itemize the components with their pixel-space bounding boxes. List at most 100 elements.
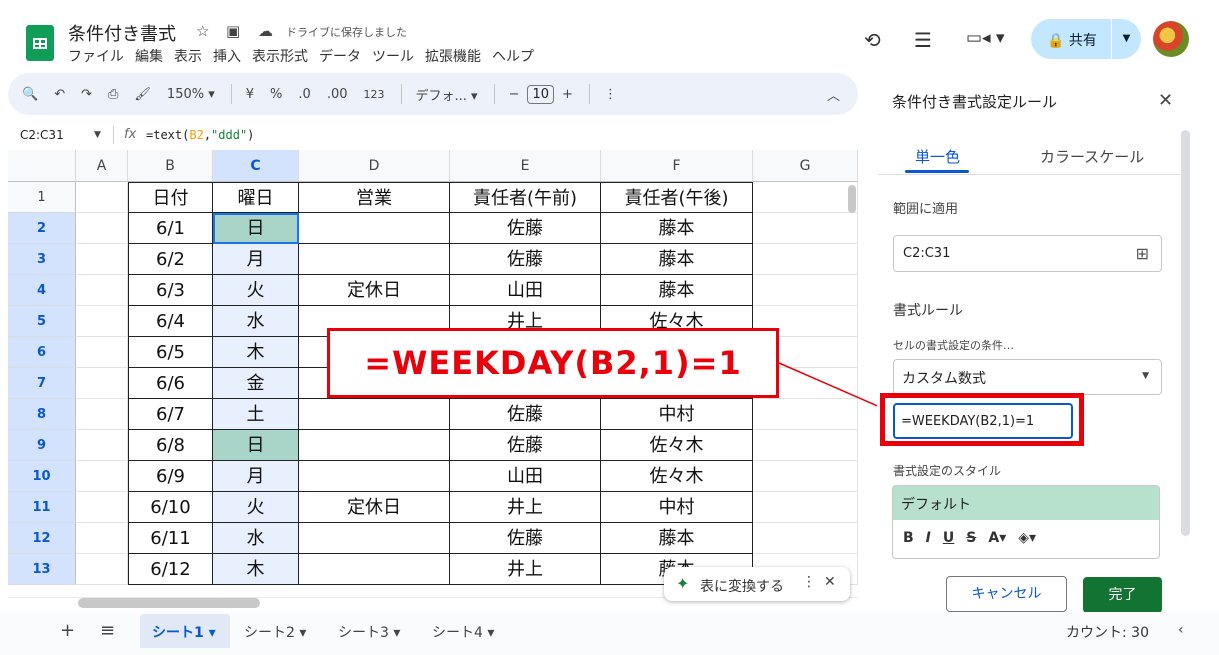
column-header-c[interactable]: C xyxy=(213,150,299,182)
table-cell[interactable] xyxy=(76,523,128,554)
star-icon[interactable]: ☆ xyxy=(196,22,209,40)
table-cell[interactable] xyxy=(76,368,128,399)
share-dropdown-icon[interactable]: ▼ xyxy=(1111,19,1141,59)
table-cell[interactable]: 営業 xyxy=(299,182,450,213)
table-cell[interactable]: 6/11 xyxy=(128,523,213,554)
table-cell[interactable] xyxy=(76,399,128,430)
row-header[interactable]: 5 xyxy=(8,306,76,337)
search-menus-icon[interactable]: 🔍 xyxy=(22,87,38,102)
menu-file[interactable]: ファイル xyxy=(68,46,124,66)
redo-icon[interactable]: ↷ xyxy=(81,87,92,102)
table-cell[interactable]: 6/9 xyxy=(128,461,213,492)
sheet-tab-1[interactable]: シート1 ▾ xyxy=(140,614,230,648)
table-cell[interactable]: 日付 xyxy=(128,182,213,213)
table-cell[interactable] xyxy=(753,461,858,492)
tab-single-color[interactable]: 単一色 xyxy=(915,146,960,167)
table-cell[interactable]: 火 xyxy=(213,492,299,523)
more-options-icon[interactable]: ⋮ xyxy=(604,87,617,102)
column-header-g[interactable]: G xyxy=(753,150,858,182)
table-cell[interactable]: 日 xyxy=(213,430,299,461)
table-cell[interactable] xyxy=(299,430,450,461)
doc-title[interactable]: 条件付き書式 xyxy=(68,20,176,46)
column-header-b[interactable]: B xyxy=(128,150,213,182)
row-header[interactable]: 2 xyxy=(8,213,76,244)
meet-video-icon[interactable]: ▭◂ ▾ xyxy=(966,28,1005,48)
text-color-icon[interactable]: A▾ xyxy=(988,530,1006,546)
table-cell[interactable]: 山田 xyxy=(450,461,601,492)
table-cell[interactable] xyxy=(753,523,858,554)
add-sheet-icon[interactable]: + xyxy=(60,620,75,641)
row-header[interactable]: 10 xyxy=(8,461,76,492)
cloud-saved-icon[interactable]: ☁ xyxy=(258,22,273,40)
table-cell[interactable]: 日 xyxy=(213,213,299,244)
comments-icon[interactable]: ☰ xyxy=(914,28,932,52)
table-cell[interactable]: 佐藤 xyxy=(450,523,601,554)
table-cell[interactable] xyxy=(76,461,128,492)
currency-button[interactable]: ¥ xyxy=(246,87,254,102)
undo-icon[interactable]: ↶ xyxy=(54,87,65,102)
menu-format[interactable]: 表示形式 xyxy=(252,46,308,66)
table-cell[interactable] xyxy=(76,182,128,213)
table-cell[interactable]: 佐々木 xyxy=(601,430,753,461)
menu-edit[interactable]: 編集 xyxy=(135,46,163,66)
table-cell[interactable]: 木 xyxy=(213,554,299,585)
table-cell[interactable]: 藤本 xyxy=(601,213,753,244)
table-cell[interactable] xyxy=(299,399,450,430)
table-cell[interactable]: 火 xyxy=(213,275,299,306)
table-cell[interactable]: 佐藤 xyxy=(450,213,601,244)
table-cell[interactable]: 6/7 xyxy=(128,399,213,430)
table-cell[interactable] xyxy=(299,554,450,585)
select-all-corner[interactable] xyxy=(8,150,76,182)
table-cell[interactable]: 井上 xyxy=(450,554,601,585)
percent-button[interactable]: % xyxy=(270,87,282,102)
close-icon[interactable]: ✕ xyxy=(1158,90,1173,111)
table-cell[interactable] xyxy=(299,523,450,554)
font-size-increase-button[interactable]: + xyxy=(562,87,573,102)
table-cell[interactable] xyxy=(76,430,128,461)
menu-data[interactable]: データ xyxy=(319,46,361,66)
menu-insert[interactable]: 挿入 xyxy=(213,46,241,66)
horizontal-scrollbar[interactable] xyxy=(78,598,260,608)
row-header[interactable]: 8 xyxy=(8,399,76,430)
condition-select[interactable]: カスタム数式 ▼ xyxy=(893,359,1162,395)
table-cell[interactable]: 6/3 xyxy=(128,275,213,306)
print-icon[interactable]: ⎙ xyxy=(108,87,118,102)
column-header-d[interactable]: D xyxy=(299,150,450,182)
table-cell[interactable] xyxy=(299,213,450,244)
increase-decimal-button[interactable]: .00 xyxy=(327,87,348,102)
convert-to-table-chip[interactable]: ✦ 表に変換する ⋮ ✕ xyxy=(664,567,850,601)
table-cell[interactable]: 佐々木 xyxy=(601,461,753,492)
menu-view[interactable]: 表示 xyxy=(174,46,202,66)
table-cell[interactable] xyxy=(76,244,128,275)
font-size-decrease-button[interactable]: − xyxy=(509,87,520,102)
fill-color-icon[interactable]: ◈▾ xyxy=(1018,530,1036,546)
table-cell[interactable]: 中村 xyxy=(601,492,753,523)
sheets-logo-icon[interactable] xyxy=(26,25,54,61)
number-format-button[interactable]: 123 xyxy=(364,88,385,101)
table-cell[interactable]: 水 xyxy=(213,523,299,554)
italic-icon[interactable]: I xyxy=(926,530,931,546)
select-range-grid-icon[interactable]: ⊞ xyxy=(1136,244,1149,263)
more-options-icon[interactable]: ⋮ xyxy=(802,574,816,590)
font-size-input[interactable]: 10 xyxy=(527,84,555,104)
history-icon[interactable]: ⟲ xyxy=(864,28,881,52)
chevron-left-icon[interactable]: ‹ xyxy=(1178,622,1184,638)
table-cell[interactable]: 6/5 xyxy=(128,337,213,368)
row-header[interactable]: 12 xyxy=(8,523,76,554)
done-button[interactable]: 完了 xyxy=(1083,577,1162,613)
table-cell[interactable] xyxy=(753,492,858,523)
style-preview[interactable]: デフォルト xyxy=(893,486,1159,520)
all-sheets-icon[interactable]: ≡ xyxy=(100,620,115,641)
close-icon[interactable]: ✕ xyxy=(824,574,836,590)
table-cell[interactable] xyxy=(76,275,128,306)
table-cell[interactable]: 曜日 xyxy=(213,182,299,213)
range-input[interactable]: C2:C31 ⊞ xyxy=(893,235,1162,272)
table-cell[interactable] xyxy=(76,337,128,368)
avatar[interactable] xyxy=(1153,21,1189,57)
table-cell[interactable]: 藤本 xyxy=(601,275,753,306)
table-cell[interactable]: 中村 xyxy=(601,399,753,430)
row-header[interactable]: 6 xyxy=(8,337,76,368)
table-cell[interactable]: 山田 xyxy=(450,275,601,306)
table-cell[interactable]: 6/2 xyxy=(128,244,213,275)
table-cell[interactable]: 6/4 xyxy=(128,306,213,337)
